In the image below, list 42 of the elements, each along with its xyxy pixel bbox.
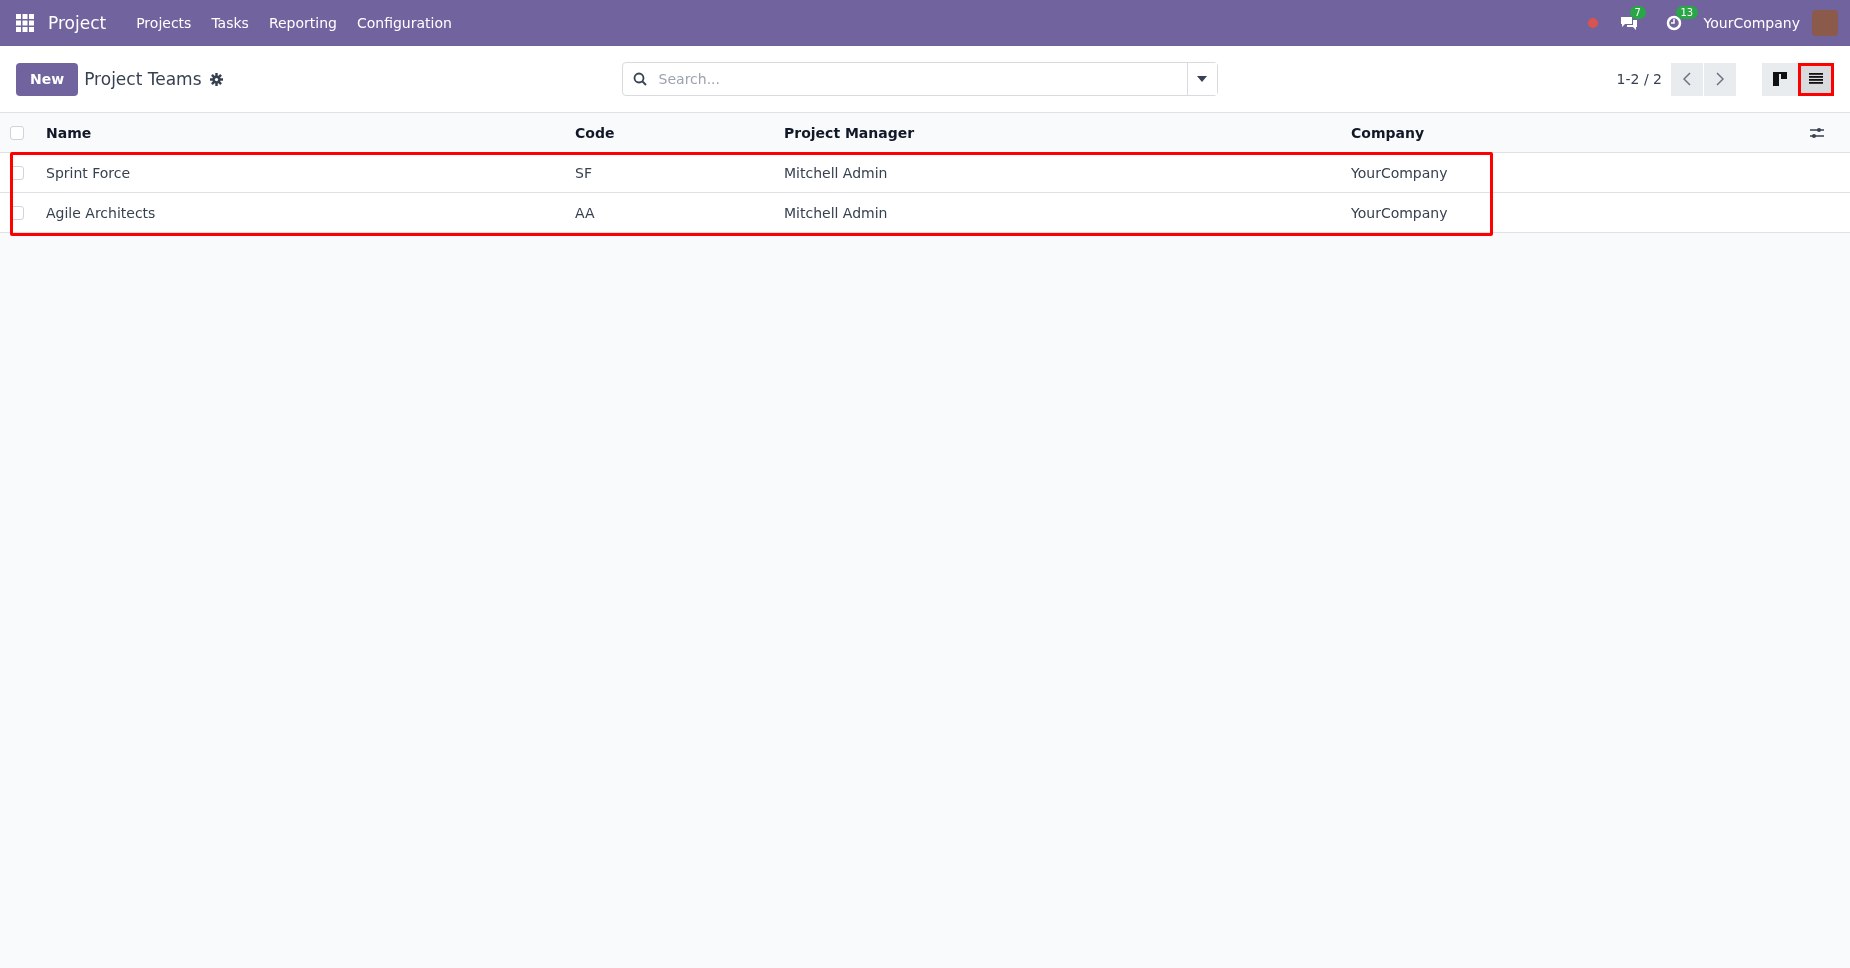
table-cell-text: Agile Architects — [46, 204, 157, 221]
search-icon — [632, 72, 647, 86]
caret-icon — [1197, 76, 1208, 82]
sliders-icon[interactable] — [1810, 126, 1824, 139]
table-row[interactable]: Agile Architects AA Mitchell Admin YourCompany — [0, 193, 1850, 233]
list-view-button[interactable] — [1798, 62, 1834, 96]
table-cell-text: Mitchell Admin — [784, 204, 889, 221]
message-count: 7 — [1629, 6, 1646, 19]
menu-item[interactable]: Tasks — [201, 15, 259, 31]
chevron-left-icon — [1683, 72, 1691, 86]
gear-icon[interactable] — [209, 72, 223, 86]
chevron-right-icon — [1716, 72, 1724, 86]
table-cell-text: AA — [575, 204, 596, 221]
search-field[interactable]: Search... — [621, 62, 1218, 96]
chat-icon[interactable] — [1619, 15, 1638, 31]
page-title: Project Teams — [84, 69, 202, 89]
column-header[interactable]: Project Manager — [784, 124, 1351, 141]
column-header[interactable]: Name — [46, 124, 575, 141]
menu-item[interactable]: Reporting — [258, 15, 347, 31]
list-icon — [1809, 73, 1823, 85]
menu-item[interactable]: Configuration — [346, 15, 462, 31]
table-cell-text: Mitchell Admin — [784, 164, 889, 181]
app-name[interactable]: Project — [48, 13, 107, 33]
menu-item[interactable]: Projects — [126, 15, 202, 31]
column-header[interactable]: Code — [575, 124, 784, 141]
company-name[interactable]: YourCompany — [1703, 15, 1800, 31]
table-row[interactable]: Sprint Force SF Mitchell Admin YourCompany — [0, 153, 1850, 193]
column-header[interactable]: Company — [1351, 124, 1810, 141]
app-grid-icon[interactable] — [16, 14, 34, 32]
pager-value[interactable]: 1-2 / 2 — [1616, 71, 1662, 87]
activity-count: 13 — [1675, 6, 1699, 19]
table-cell-text: YourCompany — [1351, 164, 1449, 181]
clock-icon[interactable] — [1665, 15, 1682, 31]
status-dot[interactable] — [1587, 18, 1598, 28]
kanban-view-button[interactable] — [1762, 62, 1798, 96]
new-button[interactable]: New — [16, 62, 79, 96]
select-all-checkbox[interactable] — [10, 125, 24, 140]
table-cell-text: Sprint Force — [46, 164, 132, 181]
search-options-button[interactable] — [1186, 63, 1217, 95]
table-cell-text: SF — [575, 164, 593, 181]
table-cell-text: YourCompany — [1351, 204, 1449, 221]
kanban-icon — [1773, 72, 1787, 86]
